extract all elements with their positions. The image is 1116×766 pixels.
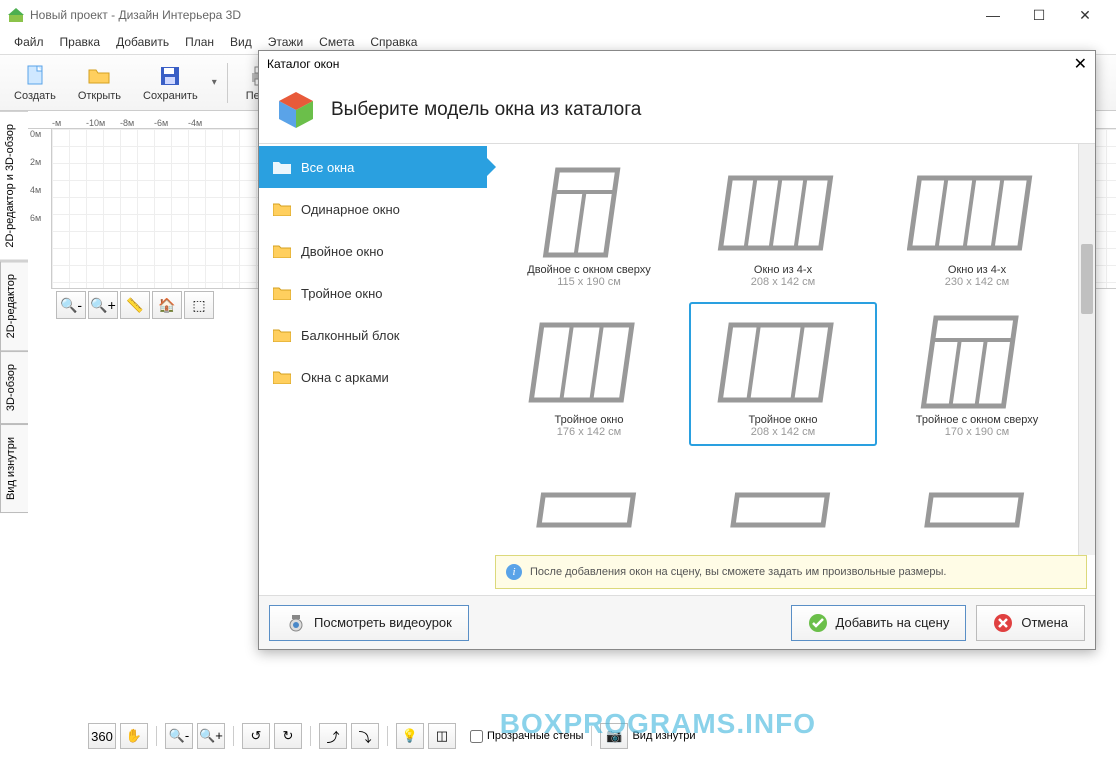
dialog-heading: Выберите модель окна из каталога xyxy=(331,99,641,121)
zoom-out-icon[interactable]: 🔍- xyxy=(56,291,86,319)
folder-icon xyxy=(273,286,291,300)
dialog-hint: i После добавления окон на сцену, вы смо… xyxy=(495,555,1087,589)
tilt-down-icon[interactable]: ⤵ xyxy=(351,723,379,749)
minimize-button[interactable]: — xyxy=(970,0,1016,30)
tab-inside[interactable]: Вид изнутри xyxy=(0,424,28,513)
video-tutorial-button[interactable]: Посмотреть видеоурок xyxy=(269,605,469,641)
model-item-6[interactable] xyxy=(495,452,683,555)
window-title: Новый проект - Дизайн Интерьера 3D xyxy=(30,8,241,22)
menu-edit[interactable]: Правка xyxy=(52,32,109,52)
folder-icon xyxy=(273,244,291,258)
app-icon xyxy=(8,7,24,23)
window-catalog-dialog: Каталог окон ✕ Выберите модель окна из к… xyxy=(258,50,1096,650)
tab-3d[interactable]: 3D-обзор xyxy=(0,351,28,424)
window-thumb-icon xyxy=(907,160,1047,260)
cancel-button[interactable]: Отмена xyxy=(976,605,1085,641)
menu-add[interactable]: Добавить xyxy=(108,32,177,52)
menu-file[interactable]: Файл xyxy=(6,32,52,52)
cat-triple[interactable]: Тройное окно xyxy=(259,272,487,314)
folder-icon xyxy=(273,328,291,342)
2d-tools: 🔍- 🔍+ 📏 🏠 ⬚ xyxy=(56,291,214,319)
tab-2d[interactable]: 2D-редактор xyxy=(0,261,28,351)
cat-double[interactable]: Двойное окно xyxy=(259,230,487,272)
window-thumb-icon xyxy=(907,460,1047,555)
split-icon[interactable]: ◫ xyxy=(428,723,456,749)
dialog-body: Все окна Одинарное окно Двойное окно Тро… xyxy=(259,143,1095,555)
home-icon[interactable]: 🏠 xyxy=(152,291,182,319)
cancel-icon xyxy=(993,613,1013,633)
folder-icon xyxy=(273,202,291,216)
open-label: Открыть xyxy=(78,90,121,102)
create-button[interactable]: Создать xyxy=(6,62,64,104)
cat-arched[interactable]: Окна с арками xyxy=(259,356,487,398)
dialog-close-icon[interactable]: ✕ xyxy=(1074,54,1087,74)
zoom-in-icon[interactable]: 🔍+ xyxy=(88,291,118,319)
menu-estimate[interactable]: Смета xyxy=(311,32,362,52)
folder-open-icon xyxy=(85,64,113,88)
model-item-1[interactable]: Окно из 4-х208 x 142 см xyxy=(689,152,877,296)
cat-single[interactable]: Одинарное окно xyxy=(259,188,487,230)
cat-balcony[interactable]: Балконный блок xyxy=(259,314,487,356)
titlebar: Новый проект - Дизайн Интерьера 3D — ☐ ✕ xyxy=(0,0,1116,30)
models-grid: Двойное с окном сверху115 x 190 см Окно … xyxy=(487,144,1095,555)
watermark: BOXPROGRAMS.INFO xyxy=(500,708,816,740)
menu-view[interactable]: Вид xyxy=(222,32,260,52)
cat-all-windows[interactable]: Все окна xyxy=(259,146,487,188)
save-icon xyxy=(156,64,184,88)
zoom-out-3d-icon[interactable]: 🔍- xyxy=(165,723,193,749)
save-button[interactable]: Сохранить xyxy=(135,62,206,104)
create-label: Создать xyxy=(14,90,56,102)
catalog-cube-icon xyxy=(275,89,317,131)
model-item-3[interactable]: Тройное окно176 x 142 см xyxy=(495,302,683,446)
add-to-scene-button[interactable]: Добавить на сцену xyxy=(791,605,967,641)
rotate-right-icon[interactable]: ↻ xyxy=(274,723,302,749)
window-thumb-icon xyxy=(713,160,853,260)
model-item-4[interactable]: Тройное окно208 x 142 см xyxy=(689,302,877,446)
folder-icon xyxy=(273,160,291,174)
view-tabs: 2D-редактор и 3D-обзор 2D-редактор 3D-об… xyxy=(0,111,28,760)
maximize-button[interactable]: ☐ xyxy=(1016,0,1062,30)
window-thumb-icon xyxy=(907,310,1047,410)
new-file-icon xyxy=(21,64,49,88)
select-area-icon[interactable]: ⬚ xyxy=(184,291,214,319)
dialog-title: Каталог окон xyxy=(267,57,339,71)
window-thumb-icon xyxy=(713,310,853,410)
model-item-7[interactable] xyxy=(689,452,877,555)
model-item-8[interactable] xyxy=(883,452,1071,555)
zoom-in-3d-icon[interactable]: 🔍+ xyxy=(197,723,225,749)
rotate-360-icon[interactable]: 360 xyxy=(88,723,116,749)
ruler-icon[interactable]: 📏 xyxy=(120,291,150,319)
tab-2d-3d[interactable]: 2D-редактор и 3D-обзор xyxy=(0,111,28,261)
info-icon: i xyxy=(506,564,522,580)
rotate-left-icon[interactable]: ↺ xyxy=(242,723,270,749)
dialog-footer: Посмотреть видеоурок Добавить на сцену О… xyxy=(259,595,1095,649)
window-thumb-icon xyxy=(713,460,853,555)
ok-icon xyxy=(808,613,828,633)
pan-icon[interactable]: ✋ xyxy=(120,723,148,749)
window-thumb-icon xyxy=(519,310,659,410)
menu-plan[interactable]: План xyxy=(177,32,222,52)
open-button[interactable]: Открыть xyxy=(70,62,129,104)
window-thumb-icon xyxy=(519,160,659,260)
dialog-titlebar: Каталог окон ✕ xyxy=(259,51,1095,77)
light-icon[interactable]: 💡 xyxy=(396,723,424,749)
model-item-5[interactable]: Тройное с окном сверху170 x 190 см xyxy=(883,302,1071,446)
model-item-0[interactable]: Двойное с окном сверху115 x 190 см xyxy=(495,152,683,296)
menu-floors[interactable]: Этажи xyxy=(260,32,311,52)
grid-scrollbar[interactable] xyxy=(1078,144,1095,555)
ruler-vertical: 0м 2м 4м 6м xyxy=(28,129,52,289)
category-list: Все окна Одинарное окно Двойное окно Тро… xyxy=(259,144,487,555)
camera-icon xyxy=(286,613,306,633)
tilt-up-icon[interactable]: ⤴ xyxy=(319,723,347,749)
window-thumb-icon xyxy=(519,460,659,555)
model-item-2[interactable]: Окно из 4-х230 x 142 см xyxy=(883,152,1071,296)
save-label: Сохранить xyxy=(143,90,198,102)
folder-icon xyxy=(273,370,291,384)
close-button[interactable]: ✕ xyxy=(1062,0,1108,30)
menu-help[interactable]: Справка xyxy=(362,32,425,52)
dialog-header: Выберите модель окна из каталога xyxy=(259,77,1095,143)
